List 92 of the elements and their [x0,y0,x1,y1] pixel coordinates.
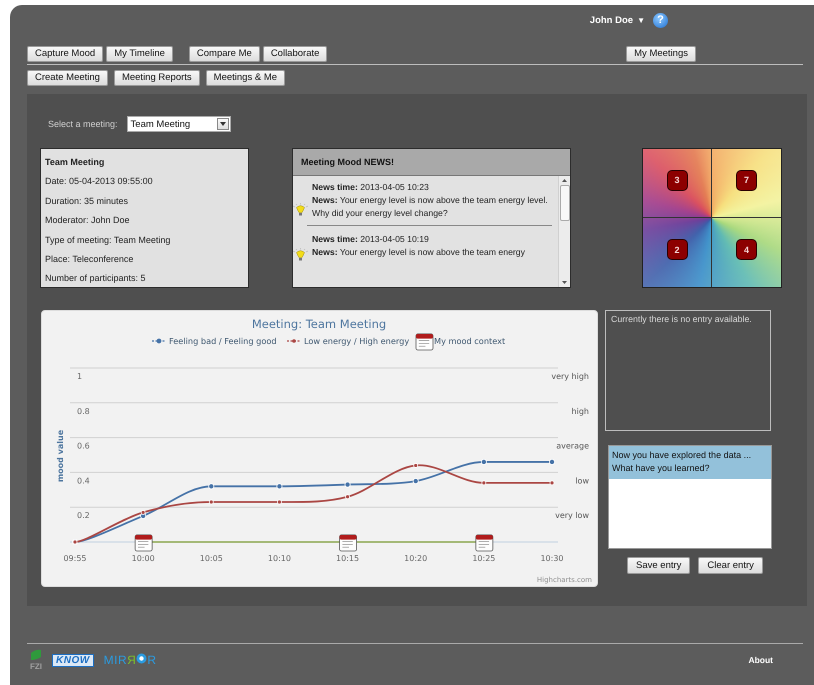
axis-label: 0.6 [77,442,90,451]
reflection-input[interactable]: Now you have explored the data ... What have you learned? [608,445,772,549]
logo-text: KNOW [52,654,94,666]
axis-label: 10:05 [200,554,223,563]
nav-button[interactable]: Meetings & Me [206,70,286,86]
axis-label: 10:25 [472,554,496,563]
nav-button[interactable]: My Meetings [626,46,696,62]
news-text: Why did your energy level change? [312,206,449,220]
axis-label: 0.2 [77,511,90,520]
nav-button[interactable]: Collaborate [262,46,328,62]
axis-label: 10:20 [404,554,428,563]
entry-button[interactable]: Clear entry [698,557,763,574]
logo-text: FZI [30,662,42,671]
lightbulb-icon [293,248,309,262]
point [276,483,282,490]
news-text: News: Your energy level is now above the team energy level. [312,194,548,207]
chart-title: Meeting: Team Meeting [252,317,386,331]
field-label: Select a meeting: [48,119,118,129]
nav-button[interactable]: Meeting Reports [114,70,200,86]
axis-label: 0.4 [77,476,90,486]
about-link[interactable]: About [748,655,773,665]
meeting-detail: Type of meeting: Team Meeting [45,234,170,245]
axis-label: very low [555,511,589,520]
point [550,480,554,486]
axis-label: low [575,476,589,486]
empty-message: Currently there is no entry available. [611,314,752,324]
meeting-detail: Duration: 35 minutes [45,196,128,206]
point [208,483,214,490]
news-text: News time: 2013-04-05 10:19 [312,233,430,246]
reflection-prompt: Now you have explored the data ... [612,450,752,460]
reflection-prompt: What have you learned? [612,463,710,473]
axis-label: high [572,406,589,416]
axis-label: 10:10 [268,554,291,563]
point [480,458,487,465]
user-name[interactable]: John Doe [590,14,634,26]
legend-label[interactable]: Feeling bad / Feeling good [169,336,277,346]
calendar-icon[interactable] [134,534,153,552]
entry-button[interactable]: Save entry [627,557,690,574]
meeting-detail: Date: 05-04-2013 09:55:00 [45,176,153,186]
news-header: Meeting Mood NEWS! [293,149,570,176]
meeting-dropdown[interactable]: Team Meeting [126,116,231,132]
axis-label: 10:00 [132,554,155,563]
meeting-detail: Place: Teleconference [45,254,134,264]
count-badge: 2 [666,239,688,260]
point [481,480,486,486]
point [345,494,350,500]
legend-marker-icon[interactable] [287,339,301,343]
nav-button[interactable]: Compare Me [188,46,260,62]
leaf-icon [30,649,42,661]
point [277,500,282,504]
legend-marker-icon[interactable] [152,338,166,344]
axis-label: 0.8 [77,406,90,416]
news-text: News time: 2013-04-05 10:23 [312,181,430,194]
axis-label: 1 [77,372,82,381]
news-text: News: Your energy level is now above the team energy [312,246,526,259]
axis-label: 09:55 [63,554,87,563]
scroll-down-icon[interactable] [562,281,567,284]
axis-title: mood value [56,430,65,482]
count-badge: 3 [666,170,688,190]
lightbulb-icon [293,203,309,216]
point [344,482,351,488]
point [413,463,418,468]
calendar-icon[interactable] [339,534,357,552]
legend-label[interactable]: Low energy / High energy [304,336,410,346]
meeting-detail: Number of participants: 5 [45,273,146,284]
axis-label: average [556,442,589,451]
point [208,500,214,504]
caret-icon[interactable]: ▼ [637,16,645,24]
dropdown-arrow-icon[interactable] [220,122,226,126]
nav-button[interactable]: Create Meeting [27,70,108,86]
meeting-detail: Moderator: John Doe [45,215,130,226]
calendar-icon[interactable] [416,334,434,350]
point [549,458,555,465]
axis-label: 10:30 [540,554,564,563]
count-badge: 7 [736,170,757,190]
eye-icon [136,653,148,664]
logo-text: Я [127,653,136,667]
logo-text: R [147,653,157,667]
axis-label: 10:15 [336,554,360,563]
scroll-up-icon[interactable] [562,179,567,182]
meeting-title: Team Meeting [45,157,104,167]
calendar-icon[interactable] [475,534,494,552]
point [140,510,146,515]
logo-text: MIR [104,653,128,667]
scrollbar[interactable] [558,176,570,287]
count-badge: 4 [736,239,757,260]
nav-button[interactable]: My Timeline [106,46,173,62]
mood-map[interactable]: 3 7 2 4 [642,148,782,288]
axis-label: very high [551,372,589,381]
point [412,478,419,484]
nav-button[interactable]: Capture Mood [27,46,104,62]
legend-label[interactable]: My mood context [434,336,506,346]
